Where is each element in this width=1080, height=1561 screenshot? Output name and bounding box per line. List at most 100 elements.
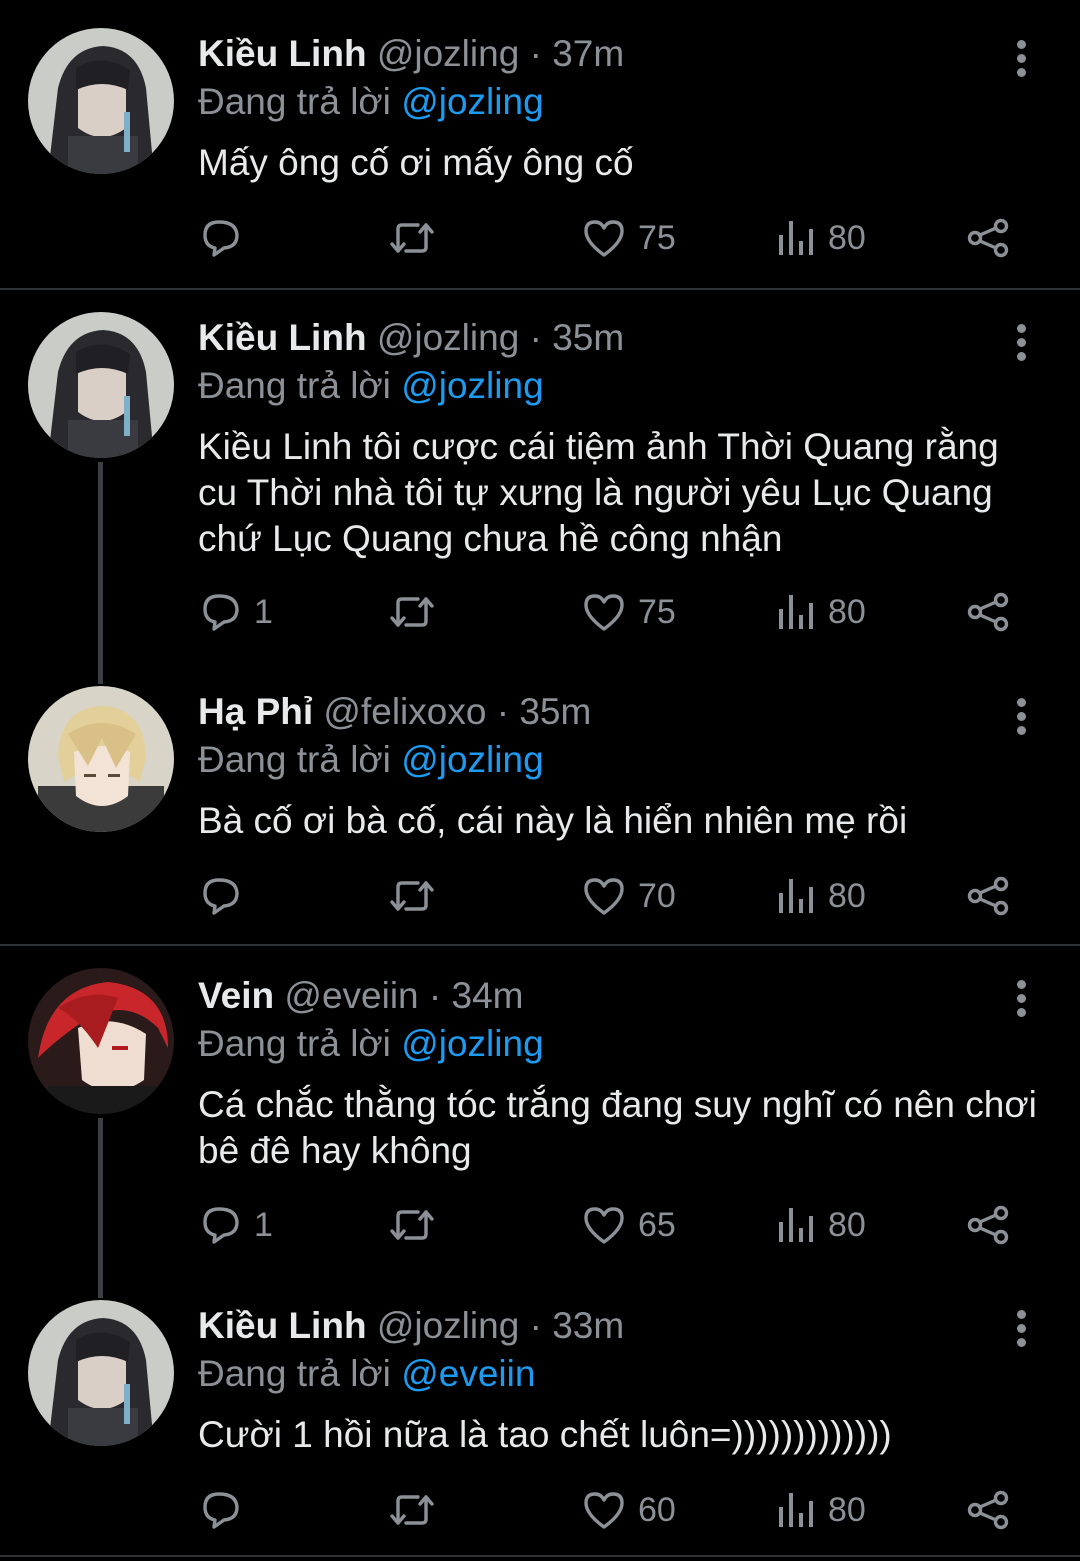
- view-count: 80: [828, 592, 866, 631]
- user-handle[interactable]: @felixoxo: [323, 691, 486, 732]
- reply-icon: [200, 1204, 242, 1246]
- reply-button[interactable]: [200, 875, 254, 917]
- like-count: 75: [638, 592, 676, 631]
- dark-hair-avatar[interactable]: [28, 28, 174, 174]
- display-name[interactable]: Hạ Phỉ: [198, 691, 313, 732]
- more-options-icon[interactable]: [1004, 320, 1038, 364]
- reply-button[interactable]: 1: [200, 1204, 273, 1246]
- view-count: 80: [828, 218, 866, 257]
- views-icon: [776, 875, 816, 917]
- tweet-text: Kiều Linh tôi cược cái tiệm ảnh Thời Qua…: [198, 426, 999, 559]
- share-button[interactable]: [966, 1489, 1010, 1531]
- more-options-icon[interactable]: [1004, 976, 1038, 1020]
- more-options-icon[interactable]: [1004, 36, 1038, 80]
- separator: ·: [529, 317, 542, 358]
- display-name[interactable]: Kiều Linh: [198, 33, 367, 74]
- mention-link[interactable]: @eveiin: [401, 1353, 535, 1394]
- heart-icon: [582, 217, 626, 259]
- retweet-icon: [388, 591, 436, 633]
- replying-to-label: Đang trả lời: [198, 1353, 391, 1394]
- tweet-divider: [0, 1555, 1080, 1557]
- separator: ·: [529, 33, 542, 74]
- reply-button[interactable]: [200, 1489, 254, 1531]
- share-button[interactable]: [966, 1204, 1010, 1246]
- timestamp[interactable]: 35m: [552, 317, 624, 358]
- share-icon: [966, 875, 1010, 917]
- mention-link[interactable]: @jozling: [401, 739, 543, 780]
- retweet-button[interactable]: [388, 217, 436, 259]
- separator: ·: [428, 975, 442, 1016]
- share-button[interactable]: [966, 217, 1010, 259]
- views-button[interactable]: 80: [776, 1204, 866, 1246]
- tweet-header: Hạ Phỉ @felixoxo · 35m: [198, 690, 591, 734]
- heart-icon: [582, 1204, 626, 1246]
- display-name[interactable]: Kiều Linh: [198, 317, 367, 358]
- tweet-header: Kiều Linh @jozling · 35m: [198, 316, 624, 360]
- like-button[interactable]: 75: [582, 591, 676, 633]
- user-handle[interactable]: @jozling: [377, 33, 519, 74]
- blonde-hair-avatar[interactable]: [28, 686, 174, 832]
- view-count: 80: [828, 1205, 866, 1244]
- reply-button[interactable]: 1: [200, 591, 273, 633]
- share-icon: [966, 1204, 1010, 1246]
- mention-link[interactable]: @jozling: [401, 1023, 543, 1064]
- share-button[interactable]: [966, 875, 1010, 917]
- tweet[interactable]: Vein @eveiin · 34m Đang trả lời @jozling…: [0, 946, 1080, 1276]
- reply-icon: [200, 217, 242, 259]
- more-options-icon[interactable]: [1004, 1306, 1038, 1350]
- tweet-text: Bà cố ơi bà cố, cái này là hiển nhiên mẹ…: [198, 800, 908, 841]
- tweet[interactable]: Kiều Linh @jozling · 37m Đang trả lời @j…: [0, 0, 1080, 288]
- views-button[interactable]: 80: [776, 1489, 866, 1531]
- tweet-text: Mấy ông cố ơi mấy ông cố: [198, 142, 634, 183]
- replying-to-label: Đang trả lời: [198, 739, 391, 780]
- timestamp[interactable]: 37m: [552, 33, 624, 74]
- share-button[interactable]: [966, 591, 1010, 633]
- timestamp[interactable]: 35m: [519, 691, 591, 732]
- retweet-button[interactable]: [388, 591, 436, 633]
- retweet-button[interactable]: [388, 1489, 436, 1531]
- replying-to-label: Đang trả lời: [198, 365, 391, 406]
- share-icon: [966, 217, 1010, 259]
- replying-to-label: Đang trả lời: [198, 81, 391, 122]
- reply-icon: [200, 875, 242, 917]
- like-button[interactable]: 75: [582, 217, 676, 259]
- reply-icon: [200, 591, 242, 633]
- like-button[interactable]: 70: [582, 875, 676, 917]
- view-count: 80: [828, 876, 866, 915]
- timestamp[interactable]: 33m: [552, 1305, 624, 1346]
- heart-icon: [582, 1489, 626, 1531]
- like-count: 75: [638, 218, 676, 257]
- views-button[interactable]: 80: [776, 217, 866, 259]
- like-count: 60: [638, 1490, 676, 1529]
- mention-link[interactable]: @jozling: [401, 365, 543, 406]
- display-name[interactable]: Vein: [198, 975, 274, 1016]
- tweet-actions: 1 65 80: [0, 1204, 1080, 1254]
- dark-hair-avatar[interactable]: [28, 1300, 174, 1446]
- tweet[interactable]: Hạ Phỉ @felixoxo · 35m Đang trả lời @joz…: [0, 664, 1080, 944]
- mention-link[interactable]: @jozling: [401, 81, 543, 122]
- heart-icon: [582, 875, 626, 917]
- more-options-icon[interactable]: [1004, 694, 1038, 738]
- share-icon: [966, 1489, 1010, 1531]
- red-hair-avatar[interactable]: [28, 968, 174, 1114]
- dark-hair-avatar[interactable]: [28, 312, 174, 458]
- views-button[interactable]: 80: [776, 591, 866, 633]
- reply-button[interactable]: [200, 217, 254, 259]
- like-count: 65: [638, 1205, 676, 1244]
- user-handle[interactable]: @jozling: [377, 1305, 519, 1346]
- like-count: 70: [638, 876, 676, 915]
- timestamp[interactable]: 34m: [452, 975, 524, 1016]
- display-name[interactable]: Kiều Linh: [198, 1305, 367, 1346]
- retweet-button[interactable]: [388, 875, 436, 917]
- tweet[interactable]: Kiều Linh @jozling · 33m Đang trả lời @e…: [0, 1276, 1080, 1555]
- user-handle[interactable]: @eveiin: [284, 975, 418, 1016]
- retweet-icon: [388, 217, 436, 259]
- replying-to: Đang trả lời @jozling: [198, 738, 544, 782]
- retweet-button[interactable]: [388, 1204, 436, 1246]
- view-count: 80: [828, 1490, 866, 1529]
- user-handle[interactable]: @jozling: [377, 317, 519, 358]
- like-button[interactable]: 65: [582, 1204, 676, 1246]
- like-button[interactable]: 60: [582, 1489, 676, 1531]
- views-button[interactable]: 80: [776, 875, 866, 917]
- tweet[interactable]: Kiều Linh @jozling · 35m Đang trả lời @j…: [0, 290, 1080, 656]
